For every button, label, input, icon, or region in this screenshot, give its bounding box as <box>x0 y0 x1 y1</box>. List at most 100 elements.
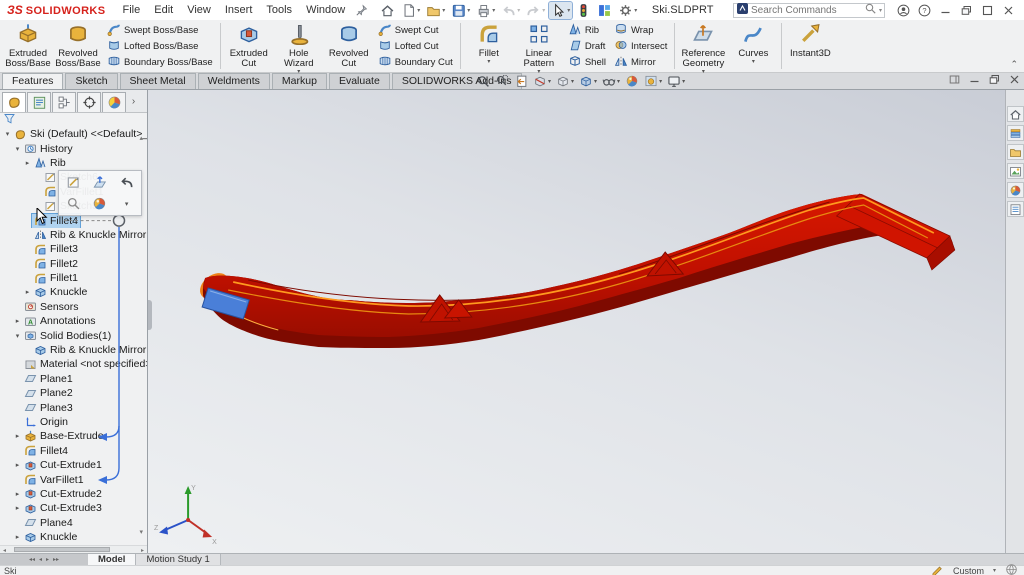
ribbon-button-shell[interactable]: Shell <box>566 55 608 70</box>
expander-icon[interactable]: ▸ <box>13 432 22 440</box>
tree-item-content[interactable]: Plane3 <box>22 401 75 415</box>
tree-item-base-extrude[interactable]: ▸Base-Extrude <box>0 429 147 443</box>
expander-icon[interactable]: ▸ <box>23 288 32 296</box>
expander-icon[interactable]: ▸ <box>13 533 22 541</box>
tree-item-fillet3[interactable]: Fillet3 <box>0 242 147 256</box>
nav-last-icon[interactable]: ▸▸ <box>53 556 59 563</box>
dropdown-caret-icon[interactable]: ▾ <box>659 78 662 85</box>
tree-item-fillet1[interactable]: Fillet1 <box>0 271 147 285</box>
scroll-right-icon[interactable]: ▸ <box>141 547 144 554</box>
tree-item-rib-knuckle-mirror[interactable]: Rib & Knuckle Mirror <box>0 343 147 357</box>
search-input[interactable] <box>751 5 862 16</box>
appearances-icon[interactable] <box>89 194 111 214</box>
menu-view[interactable]: View <box>180 4 218 16</box>
tree-item-content[interactable]: VarFillet1 <box>22 473 86 487</box>
print-icon[interactable]: ▾ <box>474 2 497 19</box>
nav-prev-icon[interactable]: ◂ <box>39 556 42 563</box>
tree-item-sensors[interactable]: Sensors <box>0 300 147 314</box>
tree-item-solid-bodies-1[interactable]: ▾Solid Bodies(1) <box>0 328 147 342</box>
tree-item-content[interactable]: AAnnotations <box>22 314 97 328</box>
save-icon[interactable]: ▾ <box>449 2 472 19</box>
ribbon-button-boundary-boss-base[interactable]: Boundary Boss/Base <box>105 55 215 70</box>
tab-motion-study-1[interactable]: Motion Study 1 <box>136 554 220 565</box>
ribbon-button-fillet[interactable]: Fillet▾ <box>464 21 514 71</box>
view-settings-icon[interactable]: ▾ <box>665 74 687 88</box>
hide-show-items-icon[interactable]: ▾ <box>600 74 622 88</box>
tree-item-content[interactable]: Fillet4 <box>22 444 70 458</box>
tree-item-content[interactable]: Plane4 <box>22 516 75 530</box>
motion-nav-buttons[interactable]: ◂◂◂▸▸▸ <box>0 554 88 565</box>
dropdown-caret-icon[interactable]: ▾ <box>548 78 551 85</box>
ribbon-button-extruded-boss-base[interactable]: ExtrudedBoss/Base <box>3 21 53 71</box>
search-caret-icon[interactable]: ▾ <box>879 7 882 14</box>
tree-item-content[interactable]: Plane1 <box>22 372 75 386</box>
tree-item-content[interactable]: Knuckle <box>22 530 79 544</box>
tree-item-content[interactable]: Origin <box>22 415 70 429</box>
dropdown-caret-icon[interactable]: ▾ <box>487 59 490 65</box>
file-explorer-icon[interactable] <box>1007 144 1024 160</box>
select-icon[interactable]: ▾ <box>549 2 572 19</box>
dropdown-caret-icon[interactable]: ▾ <box>517 7 520 14</box>
units-selector[interactable]: Custom <box>953 566 984 575</box>
view-palette-icon[interactable] <box>1007 163 1024 179</box>
ribbon-button-revolved-boss-base[interactable]: RevolvedBoss/Base <box>53 21 103 71</box>
configurationmanager-tab[interactable] <box>52 92 76 112</box>
tree-item-content[interactable]: Rib & Knuckle Mirror <box>32 228 147 242</box>
ribbon-button-swept-boss-base[interactable]: Swept Boss/Base <box>105 23 215 38</box>
dropdown-caret-icon[interactable]: ▾ <box>634 7 637 14</box>
tab-features[interactable]: Features <box>2 73 63 89</box>
dropdown-caret-icon[interactable]: ▾ <box>442 7 445 14</box>
doc-close-icon[interactable] <box>1008 73 1021 89</box>
tree-item-cut-extrude1[interactable]: ▸Cut-Extrude1 <box>0 458 147 472</box>
ribbon-button-reference-geometry[interactable]: ReferenceGeometry▾ <box>678 21 728 71</box>
tree-item-cut-extrude2[interactable]: ▸Cut-Extrude2 <box>0 487 147 501</box>
featuremanager-tree-tab[interactable] <box>2 92 26 112</box>
dropdown-caret-icon[interactable]: ▾ <box>752 59 755 65</box>
ribbon-button-linear-pattern[interactable]: LinearPattern▾ <box>514 21 564 71</box>
window-maximize-icon[interactable] <box>977 4 998 17</box>
ribbon-button-swept-cut[interactable]: Swept Cut <box>376 23 455 38</box>
dropdown-caret-icon[interactable]: ▾ <box>417 7 420 14</box>
tab-markup[interactable]: Markup <box>272 73 327 89</box>
nav-first-icon[interactable]: ◂◂ <box>29 556 35 563</box>
propertymanager-tab[interactable] <box>27 92 51 112</box>
globe-icon[interactable] <box>1005 563 1018 575</box>
expander-icon[interactable]: ▾ <box>13 332 22 340</box>
view-orientation-icon[interactable]: ▾ <box>554 74 576 88</box>
status-light-icon[interactable] <box>574 2 593 19</box>
section-view-icon[interactable]: ▾ <box>531 74 553 88</box>
tree-item-varfillet1[interactable]: VarFillet1 <box>0 472 147 486</box>
tree-scroll-down-icon[interactable]: ▾ <box>139 528 143 536</box>
tree-scroll-up-icon[interactable]: ▴ <box>139 134 143 142</box>
ribbon-button-intersect[interactable]: Intersect <box>612 39 669 54</box>
menu-insert[interactable]: Insert <box>218 4 260 16</box>
dropdown-caret-icon[interactable]: ▾ <box>492 7 495 14</box>
tree-item-content[interactable]: Sensors <box>22 300 81 314</box>
tree-item-origin[interactable]: Origin <box>0 415 147 429</box>
tree-item-content[interactable]: Base-Extrude <box>22 429 106 443</box>
options-gear-icon[interactable]: ▾ <box>616 2 639 19</box>
tree-item-rib-knuckle-mirror[interactable]: Rib & Knuckle Mirror <box>0 228 147 242</box>
normal-to-icon[interactable] <box>89 173 111 193</box>
ribbon-button-lofted-cut[interactable]: Lofted Cut <box>376 39 455 54</box>
ribbon-button-lofted-boss-base[interactable]: Lofted Boss/Base <box>105 39 215 54</box>
tree-item-content[interactable]: Fillet1 <box>32 271 80 285</box>
tree-item-material-not-specified[interactable]: Material <not specified> <box>0 357 147 371</box>
tree-item-knuckle[interactable]: ▸Knuckle <box>0 530 147 544</box>
dropdown-caret-icon[interactable]: ▾ <box>682 78 685 85</box>
design-library-icon[interactable] <box>1007 125 1024 141</box>
open-icon[interactable]: ▾ <box>424 2 447 19</box>
tree-item-cut-extrude3[interactable]: ▸Cut-Extrude3 <box>0 501 147 515</box>
edit-appearance-icon[interactable] <box>623 74 641 88</box>
edit-sketch-icon[interactable] <box>62 173 84 193</box>
tree-horizontal-scrollbar[interactable]: ◂ ▸ <box>0 545 147 553</box>
tab-sketch[interactable]: Sketch <box>65 73 117 89</box>
graphics-viewport[interactable]: Z Y X <box>148 90 1005 553</box>
tree-item-content[interactable]: History <box>22 142 75 156</box>
window-restore-icon[interactable] <box>956 4 977 17</box>
ribbon-button-wrap[interactable]: Wrap <box>612 23 669 38</box>
tree-item-plane3[interactable]: Plane3 <box>0 400 147 414</box>
ribbon-button-extruded-cut[interactable]: ExtrudedCut <box>224 21 274 71</box>
displaymanager-tab[interactable] <box>102 92 126 112</box>
experience-icon[interactable] <box>595 2 614 19</box>
